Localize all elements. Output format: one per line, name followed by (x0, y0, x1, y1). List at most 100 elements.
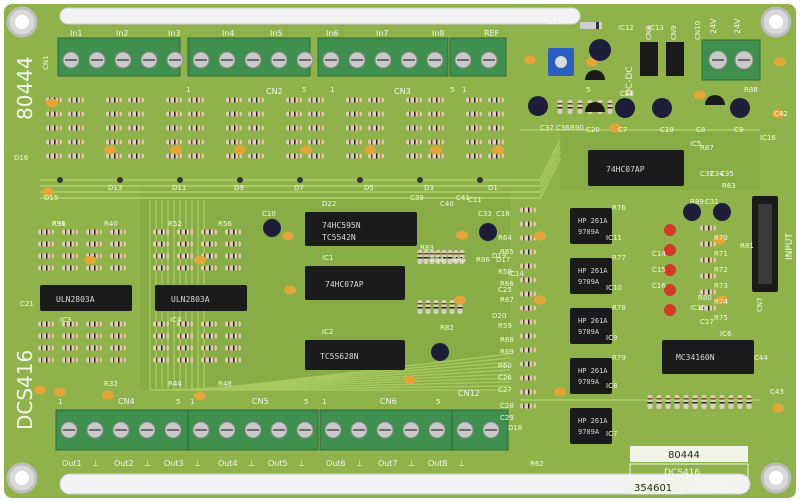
resistor-band (478, 125, 480, 131)
connector-label: CN2 (266, 87, 283, 96)
component-reference: R90 (570, 124, 584, 132)
resistor (166, 139, 182, 145)
resistor-band (204, 321, 206, 327)
component-reference: R65 (500, 248, 514, 256)
chip-label: TC5S628N (320, 352, 359, 361)
resistor-band (440, 125, 442, 131)
resistor (520, 333, 536, 339)
resistor-band (251, 111, 253, 117)
resistor-band (469, 153, 471, 159)
resistor-band (74, 265, 76, 271)
resistor (710, 395, 716, 409)
resistor-band (89, 229, 91, 235)
resistor (346, 125, 362, 131)
resistor-band (447, 253, 453, 255)
ceramic-capacitor (534, 231, 546, 241)
resistor-band (54, 153, 56, 159)
resistor-band (496, 111, 498, 117)
component-reference: D1 (488, 184, 498, 192)
resistor-band (174, 139, 176, 145)
resistor-band (74, 345, 76, 351)
resistor-band (417, 253, 423, 255)
resistor-band (701, 398, 707, 400)
resistor-band (380, 111, 382, 117)
resistor-band (528, 249, 530, 255)
resistor-band (136, 97, 138, 103)
resistor-band (204, 345, 206, 351)
resistor-band (46, 321, 48, 327)
resistor-band (200, 111, 202, 117)
ic-center-top: 74HC595N TC5542N (305, 212, 417, 246)
resistor-band (80, 139, 82, 145)
resistor (166, 125, 182, 131)
resistor-band (165, 333, 167, 339)
component-reference: D18 (508, 424, 522, 432)
resistor-band (228, 357, 230, 363)
resistor-band (131, 125, 133, 131)
resistor-band (431, 125, 433, 131)
resistor-band (209, 241, 211, 247)
resistor-band (474, 125, 476, 131)
component-reference: IC6 (720, 330, 732, 338)
resistor-band (449, 303, 455, 305)
red-led (664, 224, 676, 236)
chip-label: 74HC595N (322, 221, 361, 230)
resistor-band (234, 125, 236, 131)
diode (57, 177, 63, 183)
resistor-band (180, 345, 182, 351)
resistor (225, 229, 241, 235)
resistor-band (204, 241, 206, 247)
resistor-band (98, 333, 100, 339)
resistor-band (46, 241, 48, 247)
optocoupler-label: 9709A (578, 228, 600, 236)
resistor-band (228, 253, 230, 259)
resistor-band (256, 139, 258, 145)
mounting-hole-bottom-left-inner (15, 471, 29, 485)
ceramic-capacitor (194, 391, 206, 401)
resistor (38, 253, 54, 259)
resistor-band (204, 333, 206, 339)
component-reference: C26 (498, 374, 512, 382)
resistor-band (185, 357, 187, 363)
resistor-band (165, 241, 167, 247)
component-reference: R60 (498, 362, 512, 370)
resistor-band (237, 357, 239, 363)
resistor-band (50, 357, 52, 363)
resistor-band (118, 333, 120, 339)
resistor-band (131, 111, 133, 117)
ground-symbol: ⊥ (144, 459, 151, 468)
cn10-label: CN10 (694, 21, 702, 40)
resistor-band (74, 321, 76, 327)
resistor-band (311, 139, 313, 145)
resistor (520, 249, 536, 255)
resistor-band (233, 321, 235, 327)
resistor-band (58, 153, 60, 159)
resistor (406, 97, 422, 103)
resistor (488, 97, 504, 103)
ceramic-capacitor (456, 230, 468, 240)
resistor-band (528, 221, 530, 227)
component-reference: C10 (262, 210, 276, 218)
component-reference: R63 (722, 182, 736, 190)
component-reference: C8 (696, 126, 705, 134)
ceramic-capacitor (84, 255, 96, 265)
resistor-band (737, 402, 743, 404)
resistor-band (80, 111, 82, 117)
resistor (308, 139, 324, 145)
resistor-band (523, 375, 525, 381)
resistor-band (118, 97, 120, 103)
resistor-band (500, 111, 502, 117)
resistor-band (532, 263, 534, 269)
resistor-band (238, 125, 240, 131)
ground-symbol: ⊥ (356, 459, 363, 468)
ground-symbol: ⊥ (408, 459, 415, 468)
resistor-band (41, 345, 43, 351)
resistor-band (417, 303, 423, 305)
resistor-band (74, 357, 76, 363)
resistor-band (65, 265, 67, 271)
resistor-band (169, 153, 171, 159)
component-reference: D13 (108, 184, 122, 192)
resistor-band (423, 257, 429, 259)
resistor-band (354, 111, 356, 117)
resistor-band (204, 357, 206, 363)
